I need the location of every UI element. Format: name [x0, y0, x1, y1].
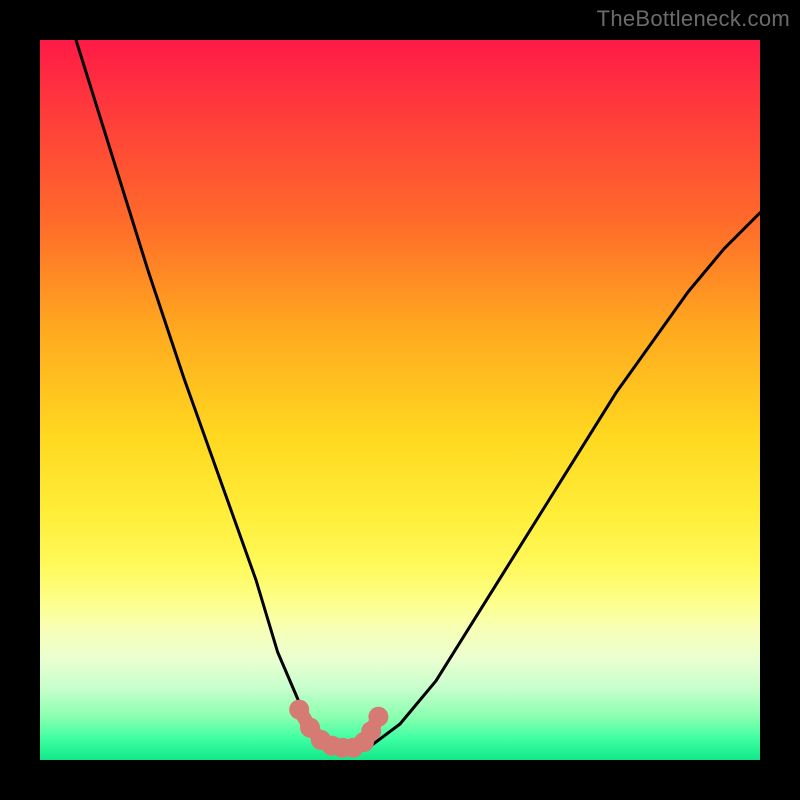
watermark-text: TheBottleneck.com — [597, 6, 790, 32]
chart-frame: TheBottleneck.com — [0, 0, 800, 800]
marker-dot — [289, 700, 309, 720]
highlight-markers — [289, 700, 388, 758]
curve-path — [76, 40, 760, 753]
bottleneck-curve — [76, 40, 760, 753]
chart-svg — [40, 40, 760, 760]
marker-dot — [368, 707, 388, 727]
plot-area — [40, 40, 760, 760]
